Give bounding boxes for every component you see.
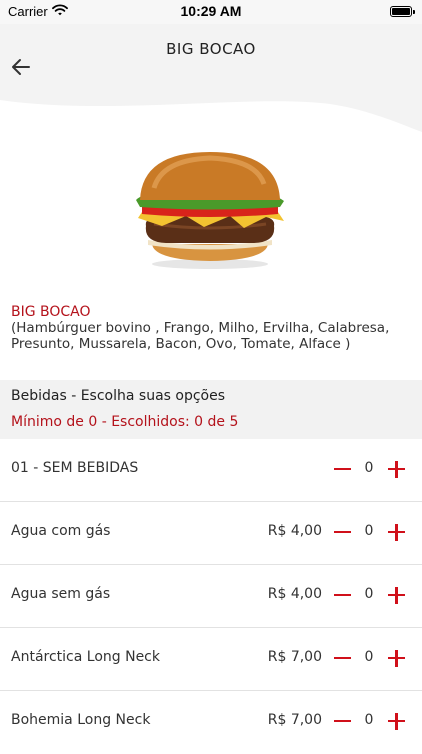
minus-button[interactable] [333, 457, 353, 481]
page-title: BIG BOCAO [166, 40, 256, 58]
nav-header: BIG BOCAO [0, 24, 422, 134]
quantity-value: 0 [364, 523, 374, 539]
plus-button[interactable] [387, 709, 407, 733]
product-name: BIG BOCAO [11, 304, 91, 320]
option-row-antarctica-long-neck: Antárctica Long Neck R$ 7,00 0 [0, 628, 422, 691]
minus-button[interactable] [333, 709, 353, 733]
option-row-agua-sem-gas: Agua sem gás R$ 4,00 0 [0, 565, 422, 628]
option-price: R$ 7,00 [267, 712, 322, 728]
option-label: 01 - SEM BEBIDAS [11, 460, 139, 476]
option-label: Bohemia Long Neck [11, 712, 151, 728]
product-description: (Hambúrguer bovino , Frango, Milho, Ervi… [11, 320, 390, 352]
minus-button[interactable] [333, 583, 353, 607]
section-subtitle: Mínimo de 0 - Escolhidos: 0 de 5 [11, 414, 239, 430]
option-price: R$ 7,00 [267, 649, 322, 665]
status-time: 10:29 AM [180, 3, 242, 19]
option-label: Agua com gás [11, 523, 111, 539]
quantity-value: 0 [364, 712, 374, 728]
option-row-bohemia-long-neck: Bohemia Long Neck R$ 7,00 0 [0, 691, 422, 754]
option-price: R$ 4,00 [267, 586, 322, 602]
option-price: R$ 4,00 [267, 523, 322, 539]
option-label: Antárctica Long Neck [11, 649, 160, 665]
minus-button[interactable] [333, 520, 353, 544]
option-label: Agua sem gás [11, 586, 111, 602]
option-row-agua-com-gas: Agua com gás R$ 4,00 0 [0, 502, 422, 565]
battery-icon [390, 6, 415, 17]
plus-button[interactable] [387, 457, 407, 481]
section-title: Bebidas - Escolha suas opções [11, 388, 226, 404]
plus-button[interactable] [387, 646, 407, 670]
option-row-sem-bebidas: 01 - SEM BEBIDAS 0 [0, 439, 422, 502]
quantity-value: 0 [364, 586, 374, 602]
plus-button[interactable] [387, 583, 407, 607]
status-bar: Carrier 10:29 AM [0, 0, 422, 24]
hamburger-image [136, 152, 284, 269]
options-section-header: Bebidas - Escolha suas opções Mínimo de … [0, 380, 422, 439]
quantity-value: 0 [364, 649, 374, 665]
plus-button[interactable] [387, 520, 407, 544]
minus-button[interactable] [333, 646, 353, 670]
quantity-value: 0 [364, 460, 374, 476]
